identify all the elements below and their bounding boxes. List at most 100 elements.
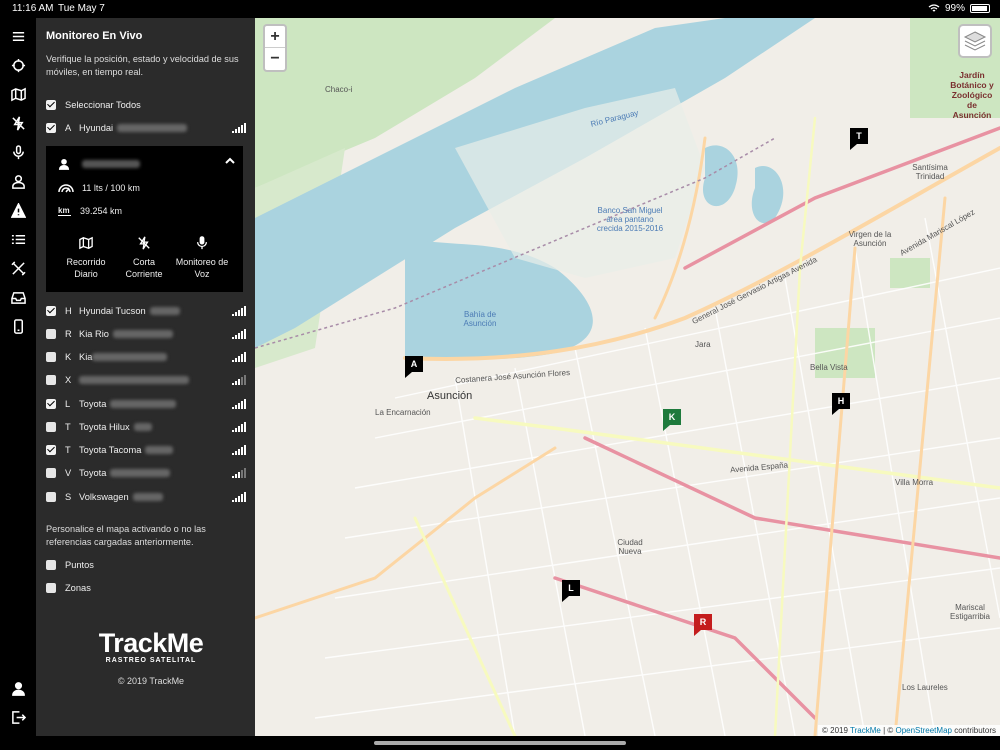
- vehicle-checkbox[interactable]: [46, 422, 56, 432]
- trackme-logo: TrackMe RASTREO SATELITAL © 2019 TrackMe: [81, 628, 221, 686]
- consumption-row: 11 lts / 100 km: [58, 182, 140, 193]
- redacted-plate: [117, 124, 188, 132]
- vehicle-checkbox[interactable]: [46, 445, 56, 455]
- vehicle-row[interactable]: T Toyota Tacoma: [46, 442, 246, 458]
- map-label: Virgen de la Asunción: [848, 230, 892, 248]
- vehicle-row[interactable]: V Toyota: [46, 465, 246, 481]
- map-label: Mariscal Estigarribia: [949, 603, 990, 621]
- battery-percent: 99%: [944, 3, 965, 14]
- vehicle-row[interactable]: H Hyundai Tucson: [46, 303, 246, 319]
- vehicle-marker[interactable]: A: [405, 356, 423, 378]
- voice-monitor-button[interactable]: Monitoreo de Voz: [172, 236, 232, 280]
- vehicle-row[interactable]: L Toyota: [46, 396, 246, 412]
- cut-power-label: Corta Corriente: [125, 257, 163, 279]
- zoom-out-button[interactable]: −: [265, 48, 285, 70]
- zoom-in-button[interactable]: +: [265, 26, 285, 48]
- redacted-plate: [92, 353, 168, 361]
- reference-row[interactable]: Puntos: [46, 557, 246, 573]
- map-label: Villa Morra: [895, 478, 934, 487]
- logout-icon[interactable]: [0, 705, 36, 729]
- phone-icon[interactable]: [0, 314, 36, 338]
- points-checkbox[interactable]: [46, 560, 56, 570]
- map-label: Bahía de Asunción: [463, 310, 497, 328]
- vehicle-marker[interactable]: L: [562, 580, 580, 602]
- map-label: Los Laureles: [902, 683, 948, 692]
- vehicle-letter: T: [65, 422, 71, 432]
- trackme-link[interactable]: TrackMe: [850, 726, 881, 735]
- home-indicator[interactable]: [374, 741, 626, 745]
- menu-icon[interactable]: [0, 24, 36, 48]
- vehicle-row[interactable]: S Volkswagen: [46, 489, 246, 505]
- gauge-icon: [58, 184, 74, 193]
- vehicle-row[interactable]: T Toyota Hilux: [46, 419, 246, 435]
- zones-checkbox[interactable]: [46, 583, 56, 593]
- vehicle-marker[interactable]: H: [832, 393, 850, 415]
- vehicle-checkbox[interactable]: [46, 123, 56, 133]
- vehicle-name: Volkswagen: [79, 492, 129, 502]
- status-time: 11:16 AM: [12, 3, 54, 14]
- vehicle-row[interactable]: X: [46, 372, 246, 388]
- map-canvas[interactable]: [255, 18, 1000, 736]
- vehicle-checkbox[interactable]: [46, 329, 56, 339]
- signal-icon: [232, 123, 246, 133]
- daily-route-label: Recorrido Diario: [66, 257, 106, 279]
- signal-icon: [232, 492, 246, 502]
- redacted-plate: [79, 376, 189, 384]
- vehicle-marker[interactable]: K: [663, 409, 681, 431]
- cut-power-button[interactable]: Corta Corriente: [114, 236, 174, 280]
- vehicle-checkbox[interactable]: [46, 306, 56, 316]
- battery-icon: [970, 4, 990, 13]
- layers-icon: [963, 31, 987, 51]
- vehicle-letter: H: [65, 306, 72, 316]
- odometer-value: 39.254 km: [80, 206, 123, 216]
- microphone-icon[interactable]: [0, 140, 36, 164]
- user-icon[interactable]: [0, 676, 36, 700]
- vehicle-checkbox[interactable]: [46, 492, 56, 502]
- tools-icon[interactable]: [0, 256, 36, 280]
- alert-icon[interactable]: [0, 198, 36, 222]
- vehicle-checkbox[interactable]: [46, 375, 56, 385]
- vehicle-row[interactable]: K Kia: [46, 349, 246, 365]
- power-cut-icon: [138, 236, 150, 250]
- select-all-row[interactable]: Seleccionar Todos: [46, 97, 246, 113]
- map-attribution: © 2019 TrackMe | © OpenStreetMap contrib…: [818, 725, 1000, 736]
- vehicle-name: Toyota Hilux: [79, 422, 130, 432]
- crosshair-icon[interactable]: [0, 53, 36, 77]
- vehicle-checkbox[interactable]: [46, 468, 56, 478]
- inbox-icon[interactable]: [0, 285, 36, 309]
- vehicle-marker[interactable]: T: [850, 128, 868, 150]
- map-label: Santísima Trinidad: [912, 163, 948, 181]
- vehicle-name: Kia Rio: [79, 329, 109, 339]
- zoom-control: + −: [263, 24, 287, 72]
- vehicle-name: Toyota Tacoma: [79, 445, 142, 455]
- zones-label: Zonas: [65, 583, 91, 593]
- map-book-icon[interactable]: [0, 82, 36, 106]
- driver-icon[interactable]: [0, 169, 36, 193]
- redacted-plate: [110, 469, 171, 477]
- map-label: Jara: [695, 340, 711, 349]
- reference-row[interactable]: Zonas: [46, 580, 246, 596]
- vehicle-marker[interactable]: R: [694, 614, 712, 636]
- map-label: Chaco-i: [325, 85, 353, 94]
- vehicle-row[interactable]: A Hyundai: [46, 120, 246, 136]
- vehicle-letter: R: [65, 329, 72, 339]
- map-label: Jardín Botánico y Zoológico de Asunción: [950, 70, 994, 120]
- vehicle-row[interactable]: R Kia Rio: [46, 326, 246, 342]
- chevron-up-icon[interactable]: [225, 156, 235, 166]
- map-view[interactable]: Chaco-i Río Paraguay Banco San Miguel ár…: [255, 18, 1000, 736]
- signal-icon: [232, 329, 246, 339]
- daily-route-button[interactable]: Recorrido Diario: [56, 236, 116, 280]
- redacted-plate: [133, 423, 152, 431]
- osm-link[interactable]: OpenStreetMap: [895, 726, 951, 735]
- select-all-checkbox[interactable]: [46, 100, 56, 110]
- layers-button[interactable]: [958, 24, 992, 58]
- vehicle-letter: L: [65, 399, 71, 409]
- vehicle-checkbox[interactable]: [46, 399, 56, 409]
- list-icon[interactable]: [0, 227, 36, 251]
- signal-icon: [232, 352, 246, 362]
- redacted-plate: [132, 493, 163, 501]
- power-cut-icon[interactable]: [0, 111, 36, 135]
- vehicle-checkbox[interactable]: [46, 352, 56, 362]
- map-label: Bella Vista: [810, 363, 848, 372]
- redacted-plate: [145, 446, 174, 454]
